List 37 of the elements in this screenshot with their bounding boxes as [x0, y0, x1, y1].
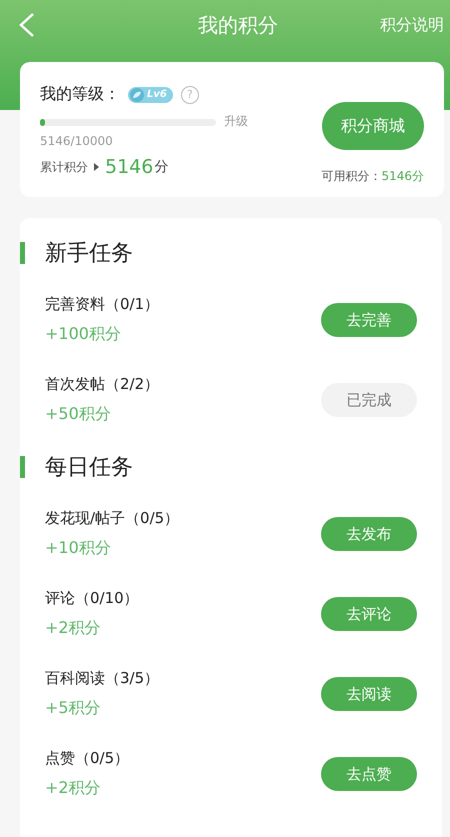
available-points-value: 5146分 — [381, 169, 424, 183]
task-reward: +10积分 — [45, 538, 112, 559]
progress-reading: 5146/10000 — [40, 134, 114, 148]
task-reward: +100积分 — [45, 324, 122, 345]
total-points-label: 累计积分 — [40, 158, 88, 176]
task-name: 完善资料（0/1） — [45, 295, 160, 314]
help-icon[interactable]: ? — [180, 86, 199, 104]
task-button[interactable]: 去完善 — [321, 303, 417, 337]
upgrade-label: 升级 — [224, 113, 248, 130]
page-title: 我的积分 — [197, 12, 279, 38]
task-name: 点赞（0/5） — [45, 749, 130, 768]
section-title: 新手任务 — [45, 240, 133, 268]
task-name: 首次发帖（2/2） — [45, 375, 160, 394]
task-name: 评论（0/10） — [45, 589, 140, 608]
points-mall-button[interactable]: 积分商城 — [322, 102, 424, 150]
task-button[interactable]: 去评论 — [321, 597, 417, 631]
level-label: 我的等级： — [40, 84, 120, 105]
task-button[interactable]: 去发布 — [321, 517, 417, 551]
section-marker — [20, 242, 25, 264]
points-rules-link[interactable]: 积分说明 — [380, 14, 444, 36]
task-name: 百科阅读（3/5） — [45, 669, 160, 688]
section-title: 每日任务 — [45, 454, 133, 482]
total-points-value: 5146 — [105, 156, 154, 178]
task-button[interactable]: 去点赞 — [321, 757, 417, 791]
triangle-icon — [94, 163, 99, 171]
task-reward: +5积分 — [45, 698, 102, 719]
task-name: 发花现/帖子（0/5） — [45, 509, 180, 528]
available-points-label: 可用积分： — [321, 169, 382, 183]
level-badge: Lv6 — [128, 86, 173, 102]
task-reward: +50积分 — [45, 404, 112, 425]
task-reward: +2积分 — [45, 778, 102, 799]
section-marker — [20, 456, 25, 478]
task-button[interactable]: 已完成 — [321, 383, 417, 417]
task-button[interactable]: 去阅读 — [321, 677, 417, 711]
task-reward: +2积分 — [45, 618, 102, 639]
back-icon[interactable] — [18, 12, 36, 38]
points-unit: 分 — [154, 158, 168, 176]
